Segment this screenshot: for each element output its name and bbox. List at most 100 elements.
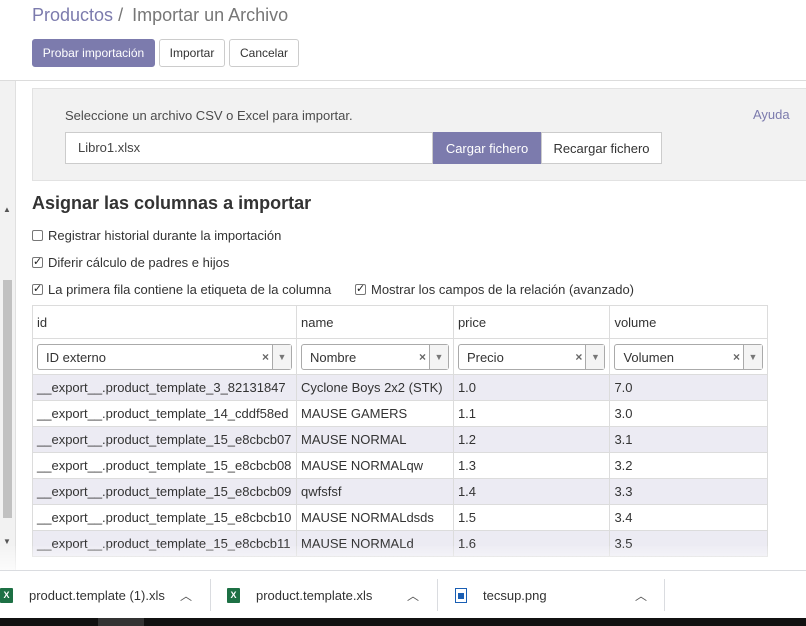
dropdown-caret-icon[interactable]: ▼ xyxy=(428,344,448,369)
field-select-value: Nombre xyxy=(309,349,357,365)
table-row: __export__.product_template_3_82131847 C… xyxy=(32,374,768,401)
download-item[interactable]: X product.template.xls ︿ xyxy=(227,571,432,619)
option-header-row[interactable]: ✓ La primera fila contiene la etiqueta d… xyxy=(32,282,331,297)
table-cell: Cyclone Boys 2x2 (STK) xyxy=(295,374,454,401)
left-scrollbar[interactable]: ▲ ▼ xyxy=(0,0,16,570)
mapping-title: Asignar las columnas a importar xyxy=(32,193,312,213)
table-header-row: id name price volume xyxy=(32,305,768,339)
table-cell: 1.0 xyxy=(452,374,611,401)
table-cell: 3.4 xyxy=(609,504,768,531)
option-defer-parent[interactable]: ✓ Diferir cálculo de padres e hijos xyxy=(32,255,229,270)
option-label: Registrar historial durante la importaci… xyxy=(48,228,282,243)
download-item[interactable]: tecsup.png ︿ xyxy=(455,571,660,619)
download-separator xyxy=(210,579,211,611)
file-name-input[interactable]: Libro1.xlsx xyxy=(65,132,433,164)
test-import-button[interactable]: Probar importación xyxy=(32,39,155,67)
scroll-up-arrow-icon[interactable]: ▲ xyxy=(3,205,11,214)
table-cell: __export__.product_template_15_e8cbcb09 xyxy=(32,478,297,505)
control-panel: Productos / Importar un Archivo Probar i… xyxy=(0,0,806,81)
field-select-name[interactable]: Nombre × ▼ xyxy=(300,343,449,370)
table-cell: 1.5 xyxy=(452,504,611,531)
field-select-value: ID externo xyxy=(46,349,106,365)
field-select-value: Precio xyxy=(466,349,504,365)
dropdown-caret-icon[interactable]: ▼ xyxy=(271,344,291,369)
checkbox-defer-parent[interactable]: ✓ xyxy=(32,257,43,268)
chevron-up-icon[interactable]: ︿ xyxy=(180,587,192,604)
scroll-fade-overlay xyxy=(0,546,806,570)
breadcrumb-parent[interactable]: Productos xyxy=(32,5,113,25)
breadcrumb-separator: / xyxy=(118,5,124,25)
table-cell: __export__.product_template_15_e8cbcb08 xyxy=(32,452,297,479)
checkbox-track-history[interactable] xyxy=(32,230,43,241)
breadcrumb: Productos / Importar un Archivo xyxy=(32,5,288,26)
option-label: Diferir cálculo de padres e hijos xyxy=(48,255,230,270)
breadcrumb-current: Importar un Archivo xyxy=(132,5,289,25)
download-separator xyxy=(437,579,438,611)
column-header: id xyxy=(32,305,297,339)
field-select-cell: Precio × ▼ xyxy=(452,338,611,375)
download-separator xyxy=(664,579,665,611)
download-item[interactable]: X product.template (1).xls ︿ xyxy=(0,571,205,619)
table-cell: MAUSE GAMERS xyxy=(295,400,454,427)
field-select-cell: Volumen × ▼ xyxy=(609,338,768,375)
field-select-price[interactable]: Precio × ▼ xyxy=(457,343,606,370)
table-cell: MAUSE NORMAL xyxy=(295,426,454,453)
table-cell: __export__.product_template_15_e8cbcb10 xyxy=(32,504,297,531)
field-select-volume[interactable]: Volumen × ▼ xyxy=(614,343,763,370)
table-cell: MAUSE NORMALqw xyxy=(295,452,454,479)
table-cell: __export__.product_template_14_cddf58ed xyxy=(32,400,297,427)
load-file-button[interactable]: Cargar fichero xyxy=(433,132,541,164)
clear-icon[interactable]: × xyxy=(262,350,269,364)
table-cell: 3.0 xyxy=(609,400,768,427)
table-cell: __export__.product_template_15_e8cbcb07 xyxy=(32,426,297,453)
table-row: __export__.product_template_15_e8cbcb10 … xyxy=(32,504,768,531)
import-button[interactable]: Importar xyxy=(159,39,225,67)
help-link[interactable]: Ayuda xyxy=(753,107,790,122)
option-track-history[interactable]: Registrar historial durante la importaci… xyxy=(32,228,281,243)
downloads-bar: X product.template (1).xls ︿ X product.t… xyxy=(0,570,806,619)
chevron-up-icon[interactable]: ︿ xyxy=(407,587,419,604)
scrollbar-thumb[interactable] xyxy=(3,280,12,518)
field-select-cell: ID externo × ▼ xyxy=(32,338,297,375)
upload-panel: Seleccione un archivo CSV o Excel para i… xyxy=(32,88,806,181)
cancel-button[interactable]: Cancelar xyxy=(229,39,299,67)
table-cell: qwfsfsf xyxy=(295,478,454,505)
table-cell: 3.2 xyxy=(609,452,768,479)
clear-icon[interactable]: × xyxy=(733,350,740,364)
taskbar-edge xyxy=(0,618,806,626)
upload-hint: Seleccione un archivo CSV o Excel para i… xyxy=(65,108,353,123)
table-cell: 1.2 xyxy=(452,426,611,453)
dropdown-caret-icon[interactable]: ▼ xyxy=(743,344,762,369)
reload-file-button[interactable]: Recargar fichero xyxy=(541,132,662,164)
table-cell: __export__.product_template_3_82131847 xyxy=(32,374,297,401)
table-row: __export__.product_template_15_e8cbcb09 … xyxy=(32,478,768,505)
excel-file-icon: X xyxy=(227,587,240,603)
preview-table: id name price volume ID externo × ▼ Nomb… xyxy=(32,305,768,557)
table-cell: 1.4 xyxy=(452,478,611,505)
column-header: price xyxy=(452,305,611,339)
option-show-relations[interactable]: ✓ Mostrar los campos de la relación (ava… xyxy=(355,282,634,297)
field-select-cell: Nombre × ▼ xyxy=(295,338,454,375)
clear-icon[interactable]: × xyxy=(575,350,582,364)
column-header: name xyxy=(295,305,454,339)
download-file-name: tecsup.png xyxy=(483,587,547,603)
download-file-name: product.template.xls xyxy=(256,587,373,603)
chevron-up-icon[interactable]: ︿ xyxy=(635,587,647,604)
field-mapping-row: ID externo × ▼ Nombre × ▼ Precio × ▼ Vol… xyxy=(32,338,768,375)
option-label: Mostrar los campos de la relación (avanz… xyxy=(371,282,635,297)
field-select-value: Volumen xyxy=(623,349,675,365)
table-row: __export__.product_template_15_e8cbcb08 … xyxy=(32,452,768,479)
clear-icon[interactable]: × xyxy=(419,350,426,364)
taskbar-segment xyxy=(98,618,144,626)
field-select-id[interactable]: ID externo × ▼ xyxy=(37,343,292,370)
table-cell: 1.1 xyxy=(452,400,611,427)
dropdown-caret-icon[interactable]: ▼ xyxy=(585,344,605,369)
table-cell: 3.1 xyxy=(609,426,768,453)
download-file-name: product.template (1).xls xyxy=(29,587,165,603)
table-row: __export__.product_template_15_e8cbcb07 … xyxy=(32,426,768,453)
checkbox-show-relations[interactable]: ✓ xyxy=(355,284,366,295)
checkbox-header-row[interactable]: ✓ xyxy=(32,284,43,295)
excel-file-icon: X xyxy=(0,587,13,603)
image-file-icon xyxy=(455,587,467,603)
scroll-down-arrow-icon[interactable]: ▼ xyxy=(3,537,11,546)
